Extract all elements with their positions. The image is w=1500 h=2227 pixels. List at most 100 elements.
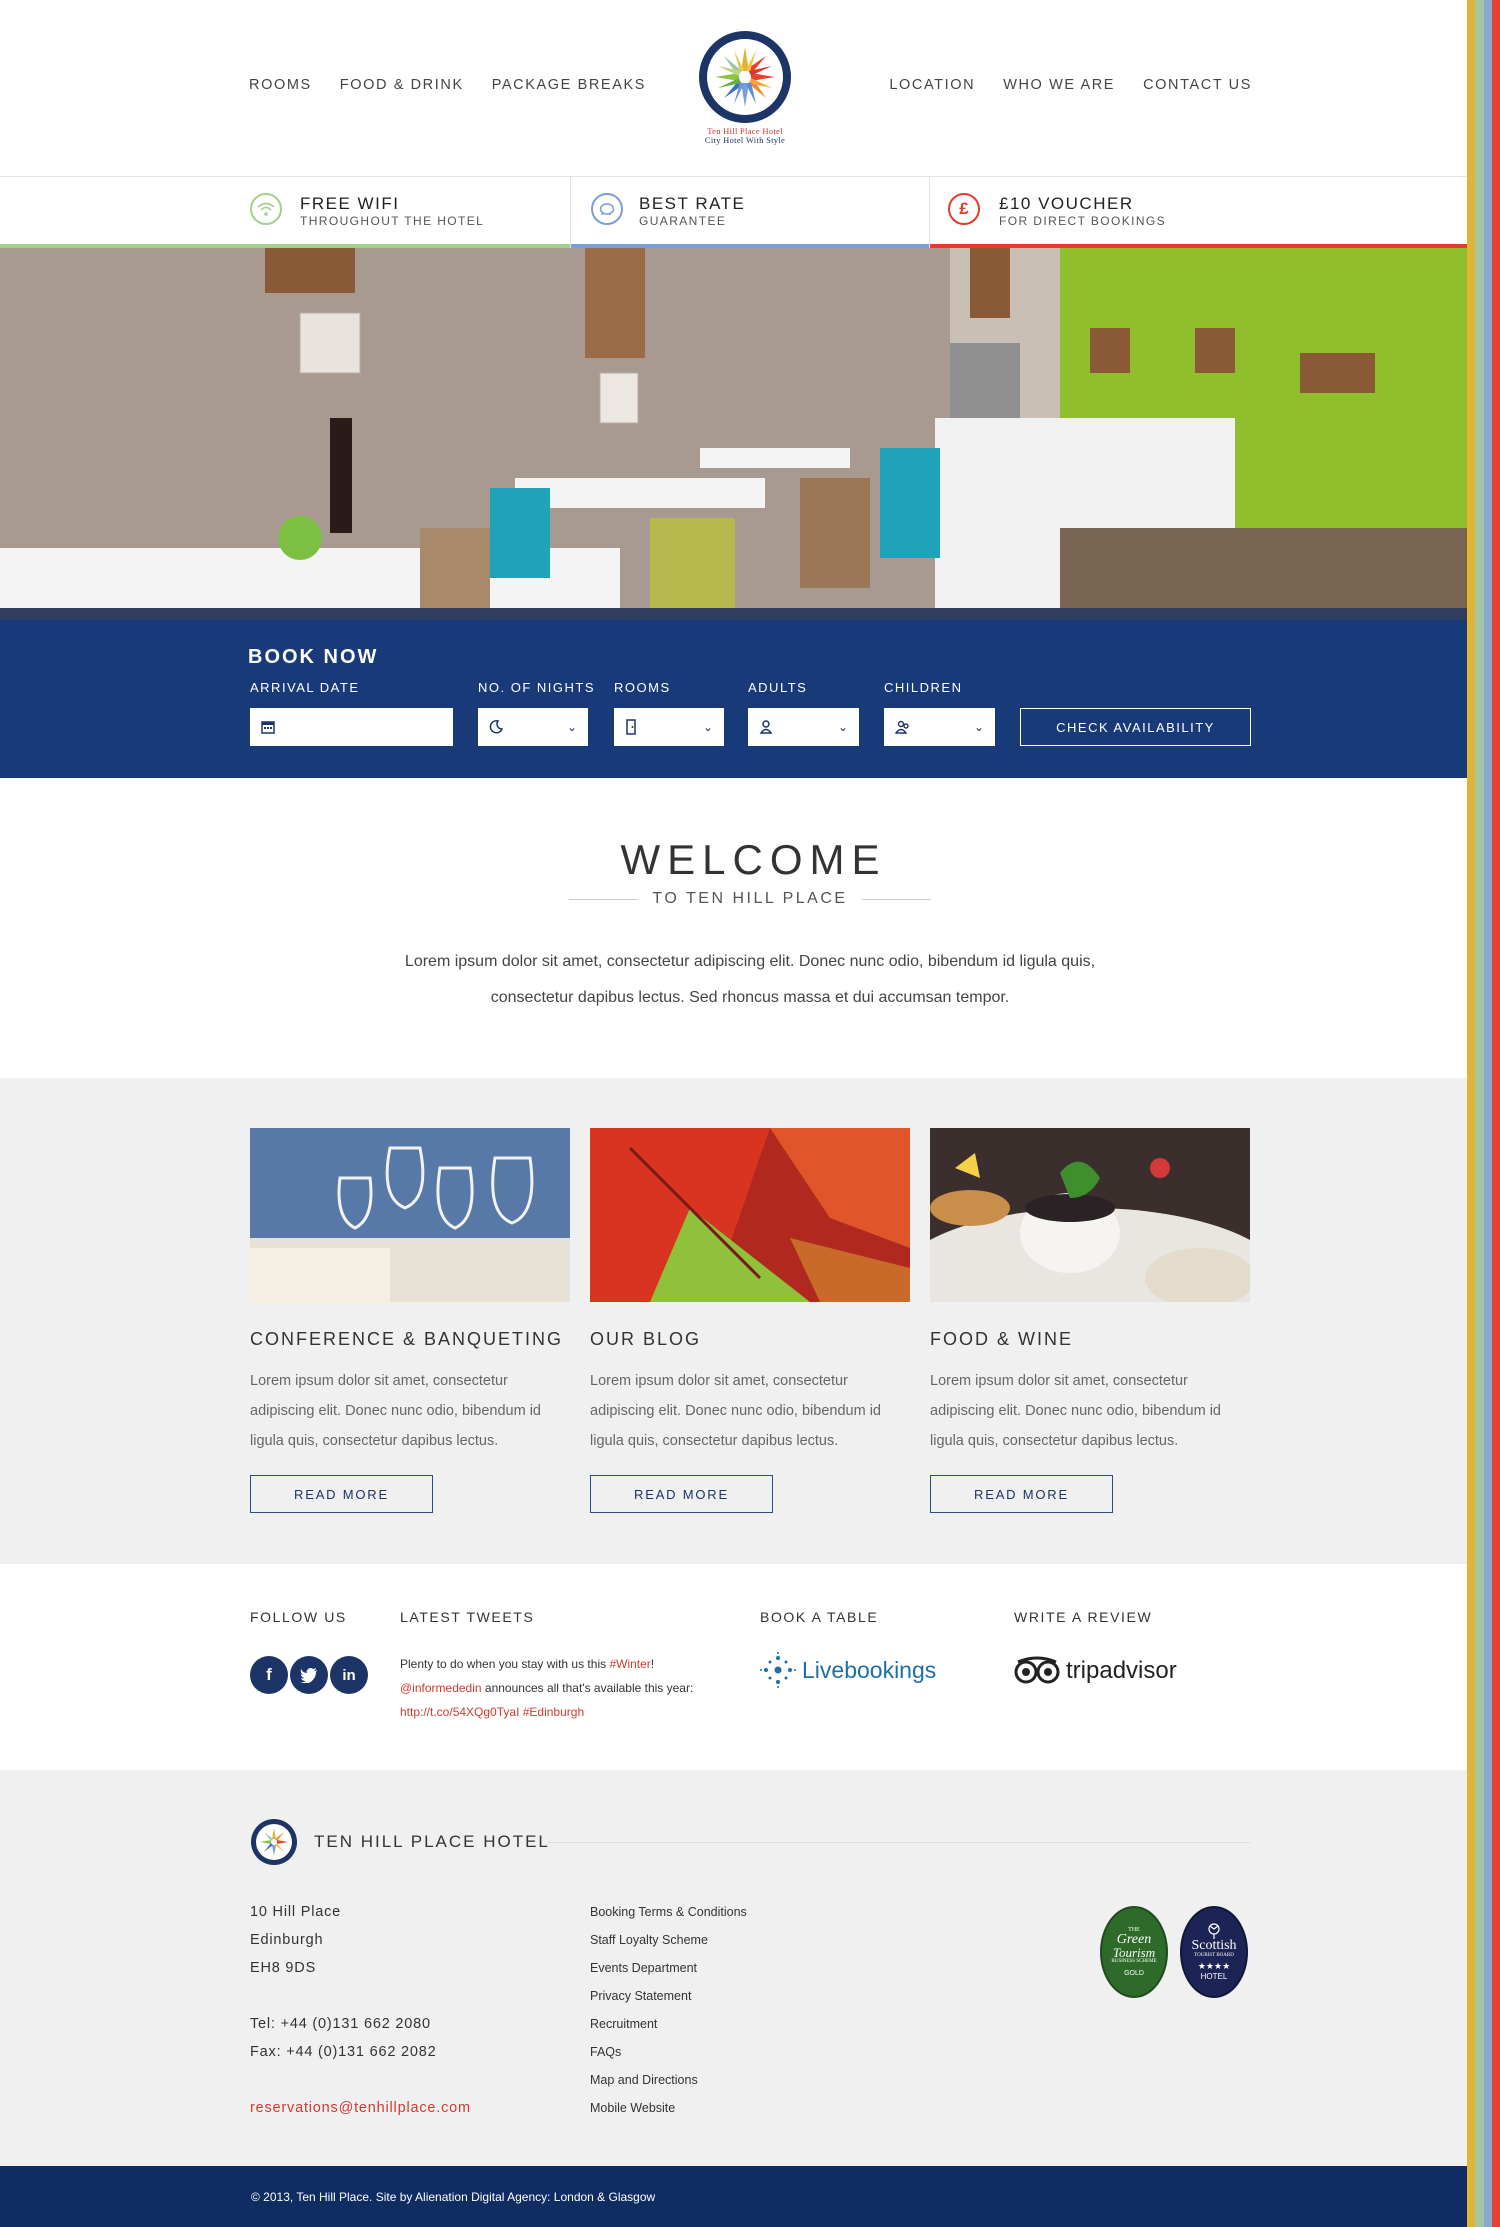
- footer-link-events[interactable]: Events Department: [590, 1954, 747, 1982]
- review-heading: WRITE A REVIEW: [1014, 1609, 1153, 1625]
- footer-link-staff-loyalty[interactable]: Staff Loyalty Scheme: [590, 1926, 747, 1954]
- latest-tweet: Plenty to do when you stay with us this …: [400, 1652, 730, 1724]
- feature-subtitle: GUARANTEE: [639, 214, 727, 228]
- pound-icon: £: [948, 193, 980, 225]
- feature-wifi: FREE WIFI THROUGHOUT THE HOTEL: [0, 177, 571, 249]
- nav-who-we-are[interactable]: WHO WE ARE: [1003, 77, 1115, 93]
- livebookings-icon: [760, 1652, 796, 1688]
- card-text: Lorem ipsum dolor sit amet, consectetur …: [930, 1373, 1221, 1449]
- nav-food-drink[interactable]: FOOD & DRINK: [340, 77, 464, 93]
- footer-link-map[interactable]: Map and Directions: [590, 2066, 747, 2094]
- livebookings-text: Livebookings: [802, 1656, 937, 1683]
- card-text: Lorem ipsum dolor sit amet, consectetur …: [590, 1373, 881, 1449]
- feature-subtitle: THROUGHOUT THE HOTEL: [300, 214, 485, 228]
- feature-subtitle: FOR DIRECT BOOKINGS: [999, 214, 1167, 228]
- check-availability-button[interactable]: CHECK AVAILABILITY: [1020, 708, 1251, 746]
- facebook-icon[interactable]: f: [250, 1656, 288, 1694]
- site-footer: TEN HILL PLACE HOTEL 10 Hill Place Edinb…: [0, 1770, 1467, 2166]
- site-header: ROOMS FOOD & DRINK PACKAGE BREAKS Ten Hi…: [0, 0, 1467, 176]
- footer-link-faqs[interactable]: FAQs: [590, 2038, 747, 2066]
- card-image-glasses[interactable]: [250, 1128, 570, 1302]
- feature-title: £10 VOUCHER: [999, 194, 1134, 213]
- tripadvisor-logo[interactable]: tripadvisor: [1014, 1656, 1177, 1686]
- children-icon: [895, 720, 909, 734]
- tweet-text: announces all that's available this year…: [481, 1681, 694, 1695]
- card-food-wine: FOOD & WINE Lorem ipsum dolor sit amet, …: [930, 1128, 1250, 1513]
- tripadvisor-text: tripadvisor: [1066, 1657, 1177, 1684]
- tweets-heading: LATEST TWEETS: [400, 1609, 535, 1625]
- nights-select[interactable]: ⌄: [478, 708, 588, 746]
- address-line: EH8 9DS: [250, 1960, 317, 1976]
- read-more-button[interactable]: READ MORE: [590, 1475, 773, 1513]
- footer-logo-icon: [251, 1819, 297, 1865]
- copyright-bar: © 2013, Ten Hill Place. Site by Alienati…: [0, 2166, 1467, 2227]
- feature-best-rate: BEST RATE GUARANTEE: [571, 177, 930, 249]
- card-image-mussels[interactable]: [930, 1128, 1250, 1302]
- badge-text: GOLD: [1124, 1970, 1144, 1977]
- site-logo[interactable]: Ten Hill Place Hotel City Hotel With Sty…: [696, 29, 794, 149]
- footer-link-privacy[interactable]: Privacy Statement: [590, 1982, 747, 2010]
- green-tourism-badge: THE Green Tourism BUSINESS SCHEME GOLD: [1100, 1906, 1168, 1998]
- children-select[interactable]: ⌄: [884, 708, 995, 746]
- badge-text: Tourism: [1112, 1945, 1156, 1960]
- arrival-date-label: ARRIVAL DATE: [250, 680, 360, 695]
- social-section: FOLLOW US LATEST TWEETS BOOK A TABLE WRI…: [0, 1564, 1467, 1770]
- rooms-label: ROOMS: [614, 680, 671, 695]
- linkedin-icon[interactable]: in: [330, 1656, 368, 1694]
- welcome-text: Lorem ipsum dolor sit amet, consectetur …: [404, 953, 1096, 1006]
- scottish-tourist-board-badge: Scottish TOURIST BOARD ★★★★ HOTEL: [1180, 1906, 1248, 1998]
- badge-text: HOTEL: [1200, 1972, 1228, 1981]
- read-more-button[interactable]: READ MORE: [930, 1475, 1113, 1513]
- calendar-icon: [261, 721, 275, 734]
- divider: [569, 898, 639, 900]
- welcome-section: WELCOME TO TEN HILL PLACE Lorem ipsum do…: [0, 778, 1467, 1078]
- divider: [861, 898, 931, 900]
- card-blog: OUR BLOG Lorem ipsum dolor sit amet, con…: [590, 1128, 910, 1513]
- badge-text: BUSINESS SCHEME: [1111, 1959, 1157, 1964]
- footer-brand-name: TEN HILL PLACE HOTEL: [314, 1832, 550, 1851]
- card-title: OUR BLOG: [590, 1329, 702, 1349]
- nav-rooms[interactable]: ROOMS: [249, 77, 312, 93]
- email-link[interactable]: reservations@tenhillplace.com: [250, 2094, 471, 2122]
- moon-icon: [489, 720, 503, 734]
- arrival-date-field[interactable]: [250, 708, 453, 746]
- book-table-heading: BOOK A TABLE: [760, 1609, 879, 1625]
- badge-text: Scottish: [1191, 1938, 1237, 1953]
- feature-voucher: £ £10 VOUCHER FOR DIRECT BOOKINGS: [930, 177, 1467, 249]
- tweet-link[interactable]: http://t.co/54XQg0TyaI #Edinburgh: [400, 1705, 584, 1719]
- children-label: CHILDREN: [884, 680, 963, 695]
- feature-cards: CONFERENCE & BANQUETING Lorem ipsum dolo…: [0, 1078, 1467, 1564]
- divider: [548, 1842, 1250, 1843]
- tweet-text: !: [650, 1657, 655, 1671]
- thistle-icon: [1208, 1923, 1220, 1939]
- copyright-text: © 2013, Ten Hill Place. Site by Alienati…: [251, 2190, 656, 2204]
- nav-left: ROOMS FOOD & DRINK PACKAGE BREAKS: [249, 77, 646, 93]
- booking-title: BOOK NOW: [248, 646, 379, 668]
- footer-link-recruitment[interactable]: Recruitment: [590, 2010, 747, 2038]
- hero-image: BOOK NOW ARRIVAL DATE NO. OF NIGHTS ROOM…: [0, 248, 1467, 778]
- nav-package-breaks[interactable]: PACKAGE BREAKS: [492, 77, 646, 93]
- tweet-handle[interactable]: @informededin: [400, 1681, 482, 1695]
- read-more-button[interactable]: READ MORE: [250, 1475, 433, 1513]
- card-text: Lorem ipsum dolor sit amet, consectetur …: [250, 1373, 541, 1449]
- footer-brand: TEN HILL PLACE HOTEL: [250, 1818, 550, 1866]
- chevron-down-icon: ⌄: [566, 720, 577, 734]
- tweet-hashtag[interactable]: #Winter: [609, 1657, 650, 1671]
- adults-select[interactable]: ⌄: [748, 708, 859, 746]
- footer-link-booking-terms[interactable]: Booking Terms & Conditions: [590, 1898, 747, 1926]
- tweet-text: Plenty to do when you stay with us this: [400, 1657, 610, 1671]
- chevron-down-icon: ⌄: [973, 720, 984, 734]
- feature-title: FREE WIFI: [300, 194, 400, 213]
- brand-stripes: [1467, 0, 1500, 2227]
- nav-contact-us[interactable]: CONTACT US: [1143, 77, 1252, 93]
- livebookings-logo[interactable]: Livebookings: [760, 1652, 936, 1688]
- compass-logo-icon: [699, 31, 791, 123]
- door-icon: [626, 719, 636, 735]
- badge-stars: ★★★★: [1197, 1961, 1231, 1971]
- rooms-select[interactable]: ⌄: [614, 708, 724, 746]
- nav-location[interactable]: LOCATION: [889, 77, 975, 93]
- card-image-leaves[interactable]: [590, 1128, 910, 1302]
- footer-link-mobile[interactable]: Mobile Website: [590, 2094, 747, 2122]
- twitter-icon[interactable]: [290, 1656, 328, 1694]
- address-line: 10 Hill Place: [250, 1904, 341, 1920]
